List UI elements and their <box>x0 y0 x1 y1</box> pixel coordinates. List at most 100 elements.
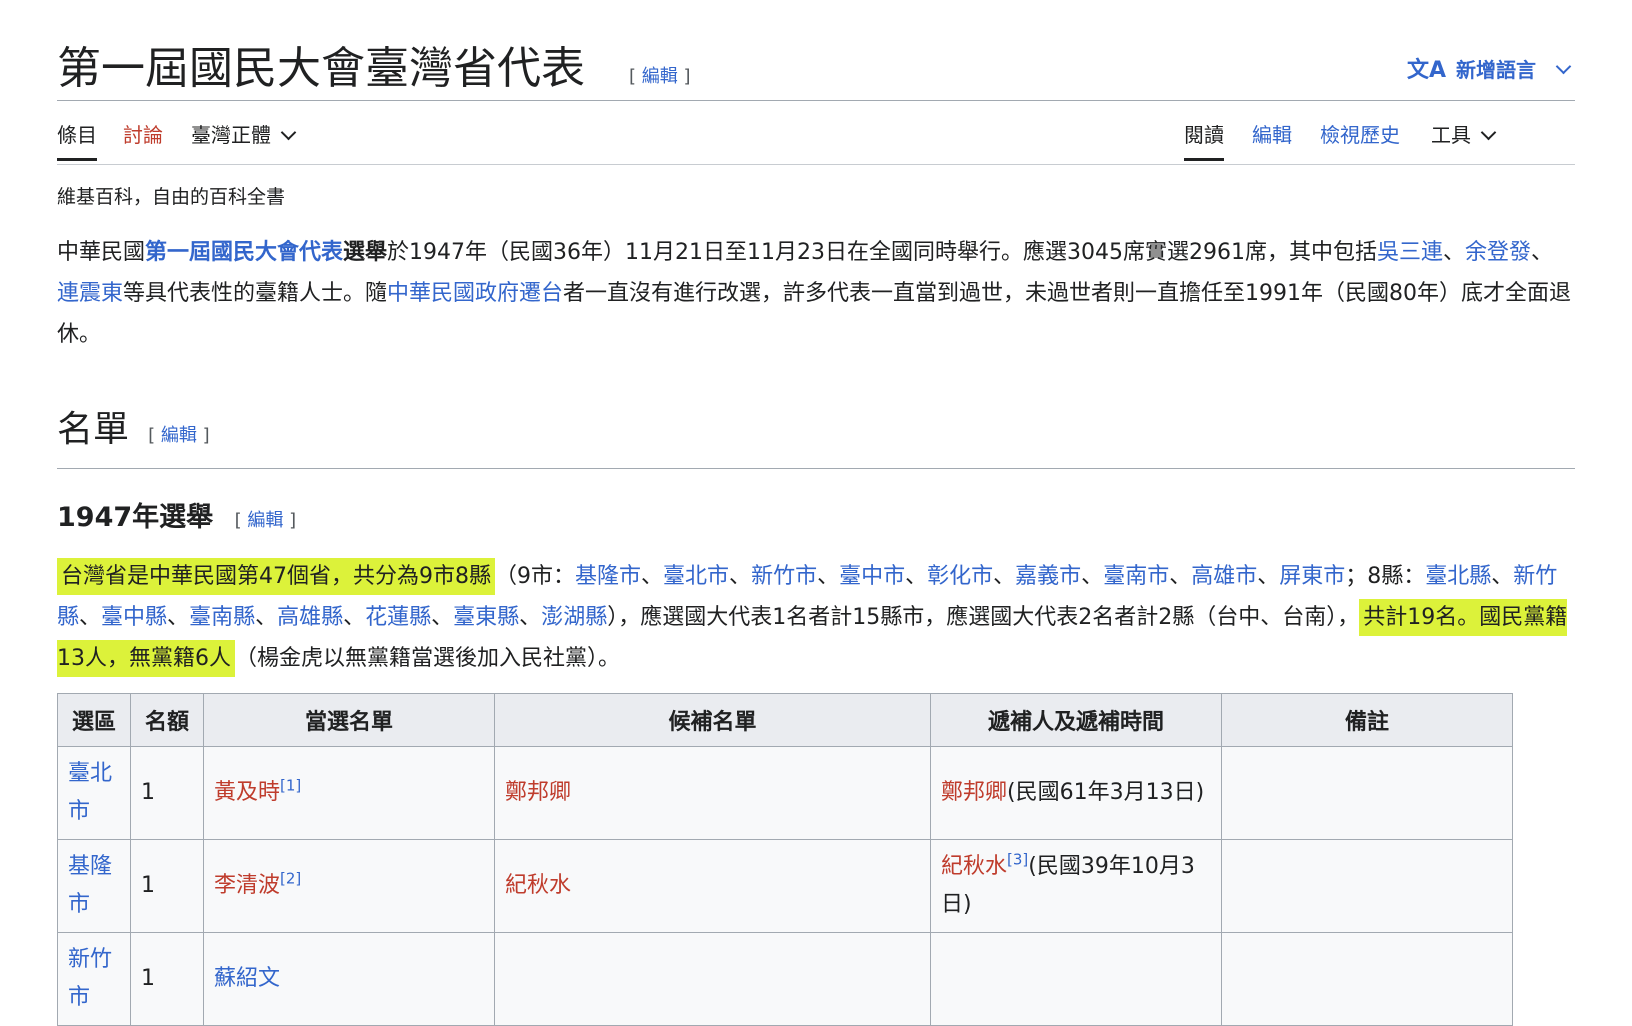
cell-elected: 蘇紹文 <box>203 932 495 1026</box>
cell-district: 基隆市 <box>57 839 131 933</box>
link-district[interactable]: 新竹市 <box>68 947 112 1010</box>
title-row: 第一屆國民大會臺灣省代表 [ 編輯 ] 文A 新增語言 <box>57 38 1575 101</box>
reference-sup: [2] <box>280 870 301 888</box>
header-alternates[interactable]: 候補名單 <box>494 693 931 747</box>
table-header-row: 選區 名額 當選名單 候補名單 遞補人及遞補時間 備註 <box>57 693 1513 747</box>
language-icon: 文A <box>1406 58 1446 83</box>
link-city[interactable]: 臺北市 <box>663 564 729 589</box>
separator: 、 <box>817 564 840 589</box>
link-first-national-assembly[interactable]: 第一屆國民大會代表 <box>145 240 343 265</box>
cell-replacement <box>930 932 1222 1026</box>
link-city[interactable]: 臺中市 <box>839 564 905 589</box>
replacement-time: (民國61年3月13日) <box>1007 780 1205 805</box>
reference-sup: [3] <box>1007 851 1028 869</box>
header-notes[interactable]: 備註 <box>1221 693 1513 747</box>
cell-note <box>1221 839 1513 933</box>
section-edit: [ 編輯 ] <box>148 425 210 446</box>
link-district[interactable]: 臺北市 <box>68 761 112 824</box>
cell-seats: 1 <box>130 839 204 933</box>
link-lien-chen-tung[interactable]: 連震東 <box>57 281 123 306</box>
highlight-province-summary: 台灣省是中華民國第47個省，共分為9市8縣 <box>57 558 495 595</box>
tab-read[interactable]: 閱讀 <box>1184 120 1224 161</box>
link-replacement-person[interactable]: 鄭邦卿 <box>941 780 1007 805</box>
link-alternate-person[interactable]: 紀秋水 <box>505 873 571 898</box>
link-county[interactable]: 臺南縣 <box>189 605 255 630</box>
link-city[interactable]: 彰化市 <box>927 564 993 589</box>
header-seats[interactable]: 名額 <box>130 693 204 747</box>
site-tagline: 維基百科，自由的百科全書 <box>57 186 286 208</box>
cell-alternate <box>494 932 931 1026</box>
cell-district: 臺北市 <box>57 746 131 840</box>
header-replacement[interactable]: 遞補人及遞補時間 <box>930 693 1222 747</box>
cell-seats: 1 <box>130 932 204 1026</box>
summary-text: （9市： <box>495 564 575 589</box>
link-county[interactable]: 臺東縣 <box>453 605 519 630</box>
link-city[interactable]: 臺南市 <box>1103 564 1169 589</box>
separator: 、 <box>1257 564 1280 589</box>
header-district[interactable]: 選區 <box>57 693 131 747</box>
link-roc-government-retreat[interactable]: 中華民國政府遷台 <box>387 281 563 306</box>
link-county[interactable]: 臺北縣 <box>1425 564 1491 589</box>
summary-text: ），應選國大代表1名者計15縣市，應選國大代表2名者計2縣（台中、台南）， <box>607 605 1360 630</box>
chevron-down-icon <box>280 124 297 141</box>
link-city[interactable]: 新竹市 <box>751 564 817 589</box>
link-city[interactable]: 嘉義市 <box>1015 564 1081 589</box>
representatives-table: 選區 名額 當選名單 候補名單 遞補人及遞補時間 備註 臺北市 1 黃及時[1] 鄭邦… <box>57 693 1513 1026</box>
link-city[interactable]: 高雄市 <box>1191 564 1257 589</box>
link-alternate-person[interactable]: 鄭邦卿 <box>505 780 571 805</box>
reference-link[interactable]: [1] <box>280 777 301 795</box>
cell-note <box>1221 746 1513 840</box>
table-row: 新竹市 1 蘇紹文 <box>57 932 1513 1026</box>
cell-alternate: 鄭邦卿 <box>494 746 931 840</box>
reference-link[interactable]: [3] <box>1007 851 1028 869</box>
tab-article[interactable]: 條目 <box>57 120 97 161</box>
separator: 、 <box>431 605 454 630</box>
link-county[interactable]: 臺中縣 <box>101 605 167 630</box>
chevron-down-icon <box>1480 124 1497 141</box>
separator: 、 <box>167 605 190 630</box>
tab-edit[interactable]: 編輯 <box>1252 120 1292 150</box>
separator: 、 <box>1081 564 1104 589</box>
table-row: 臺北市 1 黃及時[1] 鄭邦卿 鄭邦卿(民國61年3月13日) <box>57 746 1513 840</box>
title-edit-link[interactable]: 編輯 <box>642 66 678 87</box>
link-city[interactable]: 基隆市 <box>575 564 641 589</box>
link-elected-person[interactable]: 黃及時 <box>214 780 280 805</box>
link-county[interactable]: 高雄縣 <box>277 605 343 630</box>
separator: 、 <box>79 605 102 630</box>
separator: 、 <box>343 605 366 630</box>
cell-replacement: 紀秋水[3](民國39年10月3日) <box>930 839 1222 933</box>
page-tabs: 條目 討論 臺灣正體 閱讀 編輯 檢視歷史 工具 <box>57 100 1575 165</box>
separator: 、 <box>255 605 278 630</box>
tab-talk[interactable]: 討論 <box>123 120 163 150</box>
link-wu-san-lien[interactable]: 吳三連 <box>1377 240 1443 265</box>
link-yu-deng-fa[interactable]: 余登發 <box>1465 240 1531 265</box>
summary-paragraph: 台灣省是中華民國第47個省，共分為9市8縣 （9市：基隆市、臺北市、新竹市、臺中市… <box>57 556 1575 679</box>
tab-variant[interactable]: 臺灣正體 <box>191 120 300 150</box>
link-district[interactable]: 基隆市 <box>68 854 112 917</box>
cell-district: 新竹市 <box>57 932 131 1026</box>
reference-link[interactable]: [2] <box>280 870 301 888</box>
cell-replacement: 鄭邦卿(民國61年3月13日) <box>930 746 1222 840</box>
add-language-button[interactable]: 文A 新增語言 <box>1407 52 1575 84</box>
separator: 、 <box>905 564 928 589</box>
separator: 、 <box>729 564 752 589</box>
tab-history[interactable]: 檢視歷史 <box>1320 120 1400 150</box>
separator: 、 <box>519 605 542 630</box>
link-city[interactable]: 屏東市 <box>1279 564 1345 589</box>
cell-elected: 黃及時[1] <box>203 746 495 840</box>
page-title: 第一屆國民大會臺灣省代表 <box>57 43 585 94</box>
link-county[interactable]: 花蓮縣 <box>365 605 431 630</box>
tab-tools[interactable]: 工具 <box>1431 120 1500 150</box>
section-edit-link[interactable]: 編輯 <box>161 425 197 446</box>
summary-text: （楊金虎以無黨籍當選後加入民社黨）。 <box>235 646 621 671</box>
title-edit-section: [ 編輯 ] <box>629 66 691 87</box>
separator: 、 <box>1491 564 1514 589</box>
link-elected-person[interactable]: 李清波 <box>214 873 280 898</box>
cell-note <box>1221 932 1513 1026</box>
link-elected-person[interactable]: 蘇紹文 <box>214 966 280 991</box>
subsection-edit-link[interactable]: 編輯 <box>247 510 283 531</box>
link-replacement-person[interactable]: 紀秋水 <box>941 854 1007 879</box>
header-elected[interactable]: 當選名單 <box>203 693 495 747</box>
separator: 、 <box>641 564 664 589</box>
link-county[interactable]: 澎湖縣 <box>541 605 607 630</box>
